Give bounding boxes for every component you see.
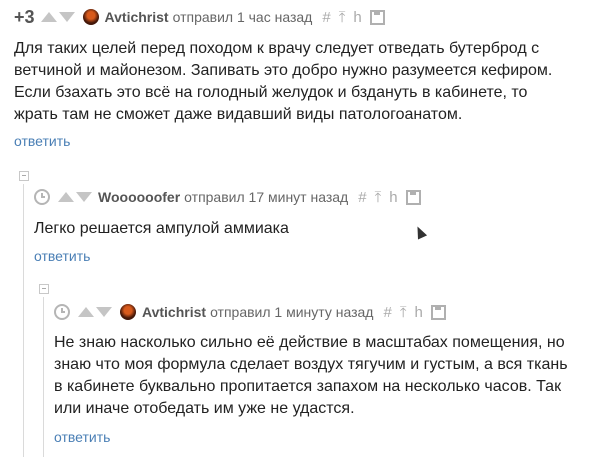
reply-link[interactable]: ответить [54, 429, 110, 445]
comment-body: Не знаю насколько сильно её действие в м… [54, 334, 568, 417]
comment-3-header: Avtichrist отправил 1 минуту назад # ⤒ h [54, 302, 446, 322]
avatar[interactable] [82, 9, 99, 25]
comment-2-header: Woooooofer отправил 17 минут назад # ⤒ h [34, 187, 421, 207]
save-icon[interactable] [430, 304, 446, 320]
save-icon[interactable] [405, 189, 421, 205]
comment-body: Легко решается ампулой аммиака [34, 220, 289, 237]
upvote-icon[interactable] [58, 192, 74, 202]
collapse-toggle[interactable] [19, 171, 29, 181]
branch-icon[interactable]: h [389, 189, 397, 206]
thread-line [43, 297, 44, 457]
collapse-toggle[interactable] [39, 284, 49, 294]
comment-meta: отправил 1 час назад [172, 9, 313, 25]
parent-link-icon[interactable]: ⤒ [375, 189, 382, 206]
author-name[interactable]: Woooooofer [98, 189, 180, 205]
clock-icon [54, 304, 70, 320]
comment-1-header: +3 Avtichrist отправил 1 час назад # ⤒ h [14, 7, 385, 27]
downvote-icon[interactable] [76, 192, 92, 202]
author-name[interactable]: Avtichrist [105, 9, 169, 25]
reply-link[interactable]: ответить [34, 248, 90, 264]
hash-icon[interactable]: # [322, 9, 330, 26]
parent-link-icon[interactable]: ⤒ [400, 304, 407, 321]
comment-meta: отправил 1 минуту назад [210, 304, 374, 320]
save-icon[interactable] [369, 9, 385, 25]
hash-icon[interactable]: # [358, 189, 366, 206]
upvote-icon[interactable] [78, 307, 94, 317]
comment-meta: отправил 17 минут назад [184, 189, 349, 205]
reply-link[interactable]: ответить [14, 133, 70, 149]
avatar[interactable] [120, 304, 136, 320]
clock-icon [34, 189, 50, 205]
comment-body: Для таких целей перед походом к врачу сл… [14, 40, 553, 123]
parent-link-icon[interactable]: ⤒ [339, 9, 346, 26]
hash-icon[interactable]: # [383, 304, 391, 321]
upvote-icon[interactable] [40, 12, 57, 22]
downvote-icon[interactable] [96, 307, 112, 317]
comment-rating: +3 [14, 6, 35, 27]
branch-icon[interactable]: h [414, 304, 422, 321]
thread-line [23, 184, 24, 457]
branch-icon[interactable]: h [353, 9, 361, 26]
downvote-icon[interactable] [58, 12, 75, 22]
author-name[interactable]: Avtichrist [142, 304, 206, 320]
